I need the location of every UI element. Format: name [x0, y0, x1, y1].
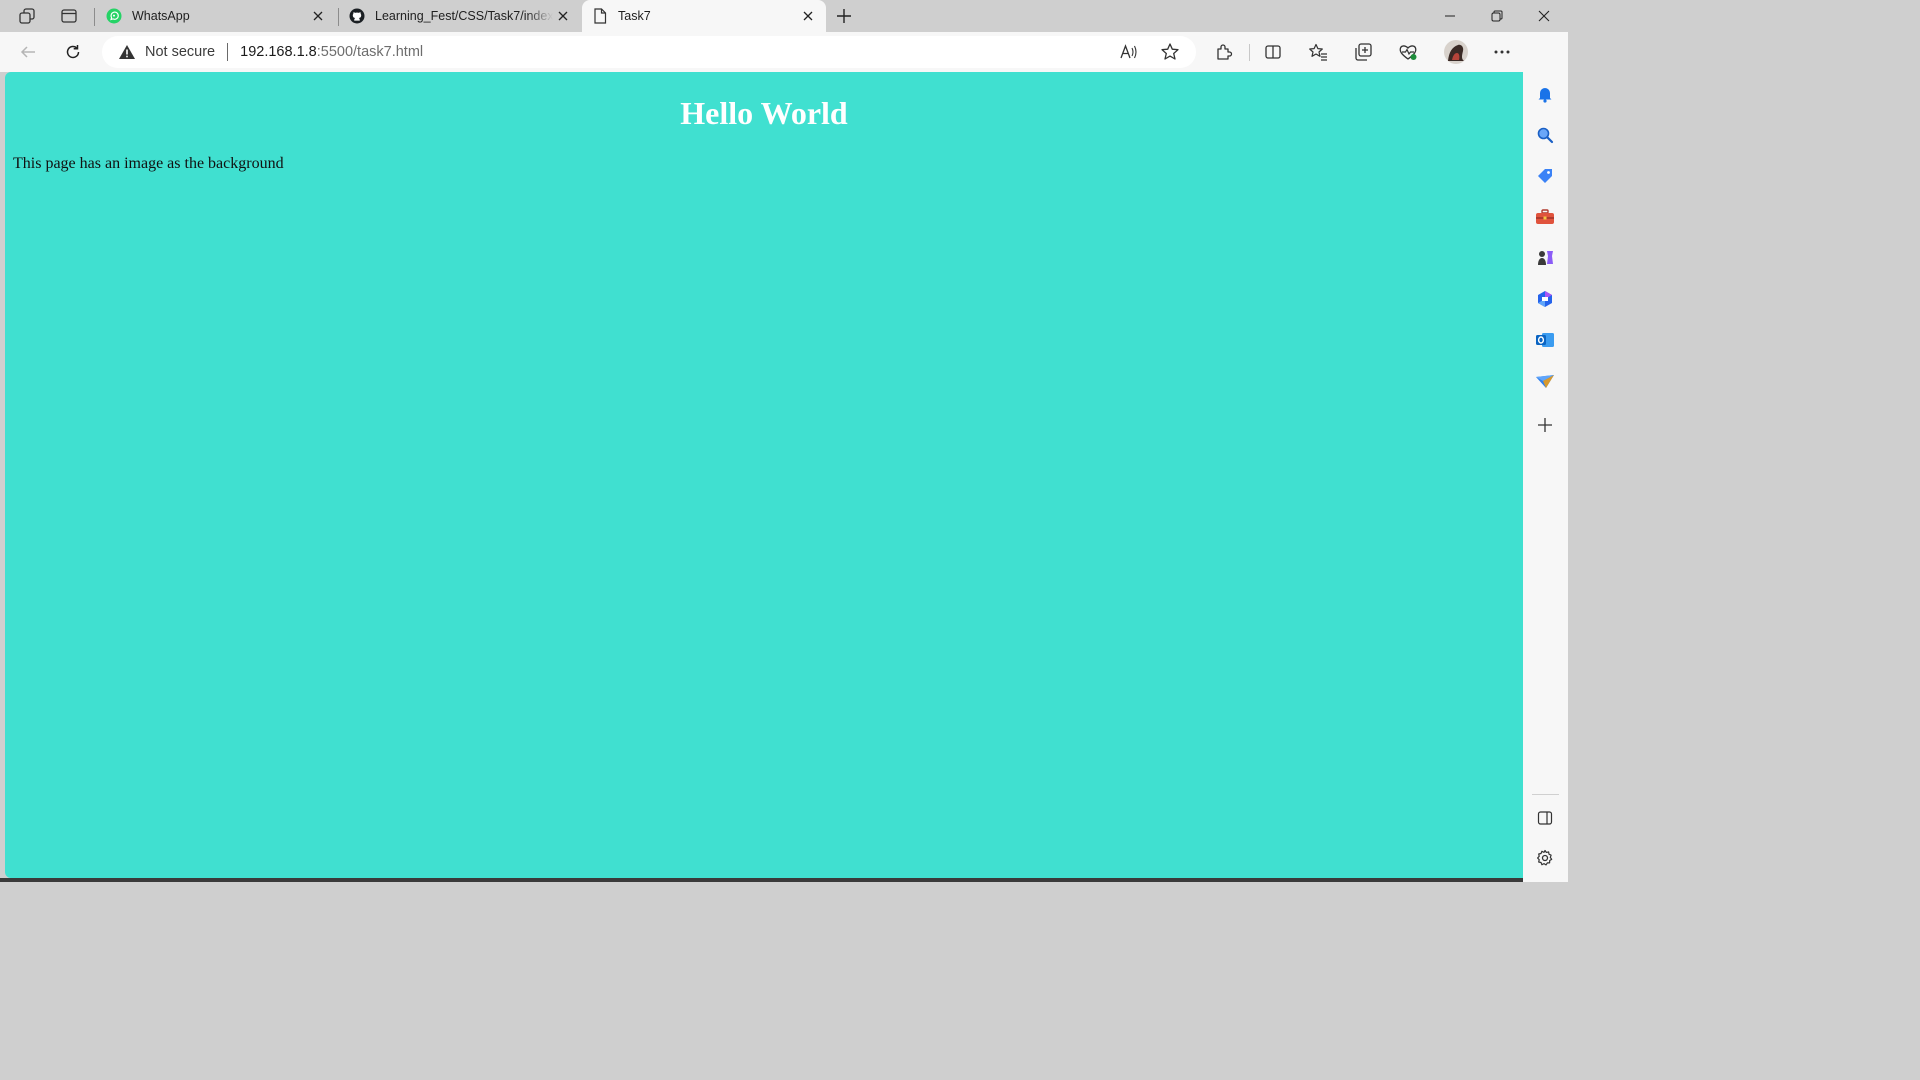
- vertical-tabs-button[interactable]: [53, 4, 85, 28]
- outlook-button[interactable]: [1530, 325, 1560, 355]
- tab-title: WhatsApp: [132, 9, 190, 23]
- close-icon: [313, 11, 323, 21]
- window-bottom-edge: [0, 878, 1523, 882]
- games-button[interactable]: [1530, 243, 1560, 273]
- more-icon: [1494, 50, 1510, 54]
- tab-title: Task7: [618, 9, 651, 23]
- back-icon: [20, 46, 35, 58]
- tab-actions-icon: [61, 9, 77, 23]
- sidebar-settings-button[interactable]: [1530, 843, 1560, 873]
- favorite-star-button[interactable]: [1156, 38, 1184, 66]
- close-tab-button[interactable]: [308, 6, 328, 26]
- favorites-button[interactable]: [1302, 36, 1334, 68]
- not-secure-label: Not secure: [145, 44, 216, 60]
- profile-button[interactable]: [1440, 36, 1472, 68]
- extensions-button[interactable]: [1208, 36, 1240, 68]
- favorite-star-icon: [1161, 43, 1179, 60]
- read-aloud-icon: [1120, 44, 1137, 59]
- browser-essentials-button[interactable]: [1392, 36, 1424, 68]
- page-icon: [592, 8, 608, 24]
- whatsapp-icon: [106, 8, 122, 24]
- restore-icon: [1491, 10, 1503, 22]
- collections-icon: [1355, 43, 1372, 61]
- refresh-button[interactable]: [57, 36, 89, 68]
- toolbar-divider: [1249, 44, 1250, 61]
- microsoft-365-button[interactable]: [1530, 284, 1560, 314]
- minimize-icon: [1445, 15, 1455, 17]
- tab-title: Learning_Fest/CSS/Task7/index.html: [375, 9, 553, 23]
- close-tab-button[interactable]: [553, 6, 573, 26]
- notifications-button[interactable]: [1530, 79, 1560, 109]
- warning-icon: [119, 45, 135, 59]
- new-tab-button[interactable]: [831, 4, 857, 28]
- workspaces-button[interactable]: [11, 4, 43, 28]
- address-separator: [227, 43, 229, 61]
- settings-and-more-button[interactable]: [1486, 36, 1518, 68]
- search-button[interactable]: [1530, 120, 1560, 150]
- games-icon: [1538, 251, 1553, 265]
- outlook-icon: [1536, 333, 1554, 347]
- browser-window: WhatsApp Learning_Fest/CSS/Task7/index.h…: [0, 0, 1568, 882]
- address-bar[interactable]: Not secure 192.168.1.8:5500/task7.html: [102, 36, 1196, 68]
- tab-strip: WhatsApp Learning_Fest/CSS/Task7/index.h…: [0, 0, 1568, 32]
- shopping-button[interactable]: [1530, 161, 1560, 191]
- shopping-icon: [1538, 169, 1552, 183]
- refresh-icon: [66, 45, 80, 59]
- url-text[interactable]: 192.168.1.8:5500/task7.html: [240, 44, 423, 60]
- plus-icon: [837, 9, 851, 23]
- minimize-button[interactable]: [1427, 0, 1473, 32]
- close-icon: [1538, 10, 1550, 22]
- customize-sidebar-button[interactable]: [1530, 410, 1560, 440]
- microsoft-365-icon: [1538, 291, 1552, 307]
- settings-icon: [1537, 849, 1553, 866]
- notifications-icon: [1538, 88, 1552, 103]
- restore-button[interactable]: [1474, 0, 1520, 32]
- extensions-icon: [1217, 44, 1233, 60]
- tools-button[interactable]: [1530, 202, 1560, 232]
- close-icon: [558, 11, 568, 21]
- github-icon: [349, 8, 365, 24]
- add-icon: [1538, 418, 1552, 432]
- drop-button[interactable]: [1530, 366, 1560, 396]
- tab-separator: [94, 8, 95, 26]
- workspaces-icon: [19, 8, 35, 24]
- favorites-icon: [1309, 43, 1327, 61]
- hide-sidebar-button[interactable]: [1530, 803, 1560, 833]
- close-icon: [803, 11, 813, 21]
- back-button[interactable]: [12, 36, 44, 68]
- split-screen-icon: [1265, 45, 1281, 59]
- browser-essentials-icon: [1399, 45, 1417, 60]
- page-heading: Hello World: [680, 95, 848, 131]
- url-path: :5500/task7.html: [316, 44, 424, 60]
- search-icon: [1537, 127, 1554, 144]
- profile-avatar: [1444, 40, 1468, 64]
- close-tab-button[interactable]: [798, 6, 818, 26]
- collections-button[interactable]: [1347, 36, 1379, 68]
- close-window-button[interactable]: [1521, 0, 1567, 32]
- hide-sidebar-icon: [1537, 811, 1553, 825]
- drop-icon: [1536, 375, 1554, 388]
- sidebar-divider: [1532, 794, 1559, 795]
- tab-task7[interactable]: Task7: [582, 0, 826, 32]
- read-aloud-button[interactable]: [1115, 38, 1143, 66]
- page-paragraph: This page has an image as the background: [13, 155, 284, 172]
- url-host: 192.168.1.8: [240, 44, 317, 60]
- navigation-toolbar: Not secure 192.168.1.8:5500/task7.html: [0, 32, 1568, 72]
- split-screen-button[interactable]: [1257, 36, 1289, 68]
- site-info-button[interactable]: Not secure: [118, 44, 215, 60]
- tools-icon: [1536, 209, 1554, 224]
- tab-whatsapp[interactable]: WhatsApp: [96, 0, 336, 32]
- page-viewport: Hello World This page has an image as th…: [5, 72, 1523, 878]
- tab-github[interactable]: Learning_Fest/CSS/Task7/index.html: [339, 0, 581, 32]
- edge-sidebar: [1523, 32, 1568, 882]
